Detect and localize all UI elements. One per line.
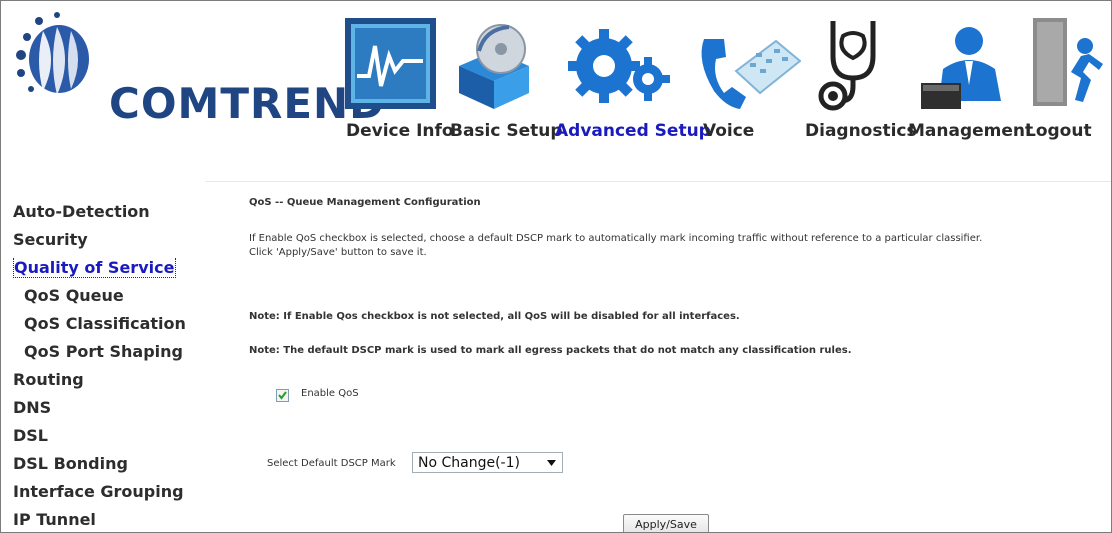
- monitor-chart-icon[interactable]: [343, 16, 438, 111]
- note-enable-qos: Note: If Enable Qos checkbox is not sele…: [249, 311, 740, 322]
- nav-advanced-setup[interactable]: Advanced Setup: [555, 121, 711, 141]
- sidebar-item-security[interactable]: Security: [13, 230, 88, 249]
- header: COMTREND Device Info Basic Setup Advance…: [1, 1, 1111, 181]
- dscp-label: Select Default DSCP Mark: [267, 458, 396, 469]
- enable-qos-label: Enable QoS: [301, 388, 359, 399]
- sidebar-item-interface-grouping[interactable]: Interface Grouping: [13, 482, 184, 501]
- nav-diagnostics[interactable]: Diagnostics: [805, 121, 917, 141]
- sidebar-item-ip-tunnel[interactable]: IP Tunnel: [13, 510, 96, 529]
- nav-voice[interactable]: Voice: [703, 121, 754, 141]
- dscp-mark-select[interactable]: No Change(-1): [412, 452, 563, 473]
- nav-basic-setup[interactable]: Basic Setup: [450, 121, 563, 141]
- note-default-dscp: Note: The default DSCP mark is used to m…: [249, 345, 852, 356]
- exit-door-icon[interactable]: [1031, 16, 1103, 111]
- description-line-2: Click 'Apply/Save' button to save it.: [249, 247, 427, 258]
- sidebar-item-routing[interactable]: Routing: [13, 370, 84, 389]
- nav-management[interactable]: Management: [908, 121, 1033, 141]
- sidebar-item-dns[interactable]: DNS: [13, 398, 51, 417]
- sidebar-item-qos-port-shaping[interactable]: QoS Port Shaping: [24, 342, 183, 361]
- main-content: QoS -- Queue Management Configuration If…: [205, 181, 1111, 532]
- enable-qos-checkbox[interactable]: [276, 389, 289, 402]
- sidebar-item-qos-classification[interactable]: QoS Classification: [24, 314, 186, 333]
- nav-device-info[interactable]: Device Info: [346, 121, 454, 141]
- sidebar-item-auto-detection[interactable]: Auto-Detection: [13, 202, 150, 221]
- stethoscope-icon[interactable]: [813, 16, 893, 111]
- chevron-down-icon: [547, 460, 556, 466]
- sidebar-item-qos-queue[interactable]: QoS Queue: [24, 286, 124, 305]
- telephone-icon[interactable]: [696, 31, 801, 111]
- dscp-selected-value: No Change(-1): [418, 455, 520, 471]
- nav-logout[interactable]: Logout: [1025, 121, 1092, 141]
- disc-box-icon[interactable]: [449, 21, 539, 111]
- sidebar: Auto-Detection Security Quality of Servi…: [1, 181, 205, 532]
- router-web-ui: COMTREND Device Info Basic Setup Advance…: [0, 0, 1112, 533]
- description-line-1: If Enable QoS checkbox is selected, choo…: [249, 233, 983, 244]
- page-title: QoS -- Queue Management Configuration: [249, 197, 481, 208]
- admin-user-icon[interactable]: [921, 21, 1011, 111]
- sidebar-item-quality-of-service[interactable]: Quality of Service: [13, 258, 177, 278]
- comtrend-logo: COMTREND: [13, 11, 384, 131]
- checkmark-icon: [278, 391, 287, 400]
- sidebar-item-dsl-bonding[interactable]: DSL Bonding: [13, 454, 128, 473]
- gears-icon[interactable]: [566, 21, 671, 111]
- globe-logo-icon: [16, 12, 89, 95]
- apply-save-button[interactable]: Apply/Save: [623, 514, 709, 532]
- sidebar-item-dsl[interactable]: DSL: [13, 426, 48, 445]
